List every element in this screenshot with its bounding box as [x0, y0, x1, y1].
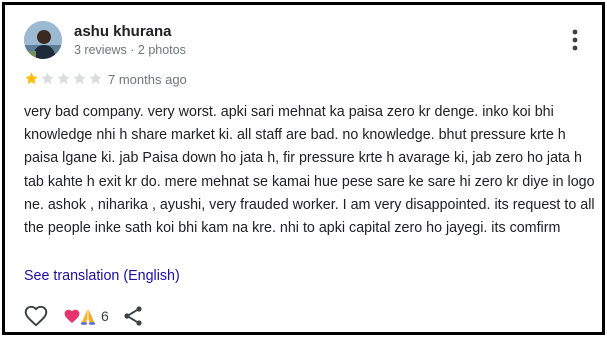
review-text: very bad company. very worst. apki sari … [24, 104, 595, 237]
reviewer-meta: 3 reviews · 2 photos [74, 43, 186, 57]
reaction-emojis [64, 309, 95, 325]
reaction-summary[interactable]: 6 [63, 306, 109, 326]
heart-outline-icon[interactable] [23, 303, 49, 329]
review-time: 7 months ago [108, 72, 187, 87]
review-actions: 6 [23, 303, 145, 329]
more-vert-icon[interactable] [565, 27, 585, 53]
star-empty-icon [89, 72, 102, 85]
star-empty-icon [73, 72, 86, 85]
review-card: ashu khurana 3 reviews · 2 photos 7 mont… [2, 2, 605, 335]
star-empty-icon [57, 72, 70, 85]
reviewer-avatar[interactable] [24, 21, 62, 59]
reviewer-name[interactable]: ashu khurana [74, 23, 172, 40]
reaction-count: 6 [101, 308, 109, 324]
share-icon[interactable] [121, 304, 145, 328]
folded-hands-emoji [81, 309, 95, 325]
star-rating [24, 71, 103, 86]
star-empty-icon [41, 72, 54, 85]
star-filled-icon [25, 72, 38, 85]
see-translation-link[interactable]: See translation (English) [24, 268, 180, 284]
heart-emoji [64, 309, 80, 323]
